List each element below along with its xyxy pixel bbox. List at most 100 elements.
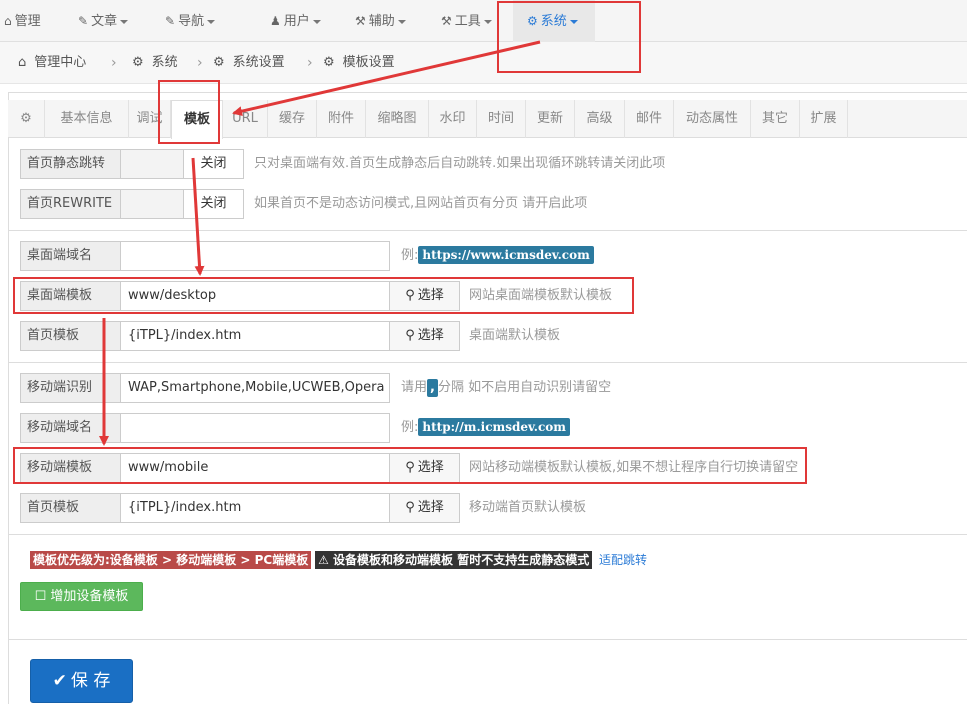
desktop-domain-label: 桌面端域名	[20, 241, 121, 271]
save-button[interactable]: ✔ 保 存	[30, 659, 133, 703]
breadcrumb-separator: ›	[307, 55, 313, 71]
top-navbar: ⌂ 管理 ✎ 文章 ✎ 导航 ♟ 用户 ⚒ 辅助 ⚒ 工具 ⚙ 系统	[0, 0, 967, 42]
gear-icon: ⚙	[213, 55, 225, 70]
comma-badge: ,	[427, 379, 438, 397]
adapt-jump-link[interactable]: 适配跳转	[599, 553, 647, 567]
chevron-down-icon	[397, 19, 406, 24]
mobile-domain-label: 移动端域名	[20, 413, 121, 443]
nav-manage[interactable]: ⌂ 管理	[4, 0, 41, 42]
priority-note: 模板优先级为:设备模板 > 移动端模板 > PC端模板	[30, 551, 312, 569]
desktop-index-input[interactable]: {iTPL}/index.htm	[120, 321, 390, 351]
desktop-template-select-button[interactable]: ⚲ 选择	[389, 281, 460, 311]
nav-navigation[interactable]: ✎ 导航	[165, 0, 216, 42]
search-icon: ⚲	[405, 460, 415, 475]
static-jump-hint: 只对桌面端有效.首页生成静态后自动跳转.如果出现循环跳转请关闭此项	[254, 156, 666, 171]
divider	[8, 534, 967, 535]
chevron-down-icon	[483, 19, 492, 24]
gear-icon: ⚙	[20, 111, 32, 126]
tab-extend[interactable]: 扩展	[800, 100, 848, 138]
rewrite-toggle[interactable]: 关闭	[120, 189, 244, 219]
home-icon: ⌂	[18, 55, 27, 70]
add-device-template-button[interactable]: ☐ 增加设备模板	[20, 582, 143, 611]
user-icon: ♟	[270, 14, 281, 28]
nav-user[interactable]: ♟ 用户	[270, 0, 321, 42]
breadcrumb: ⌂ 管理中心 › ⚙ 系统 › ⚙ 系统设置 › ⚙ 模板设置	[0, 42, 967, 84]
static-jump-label: 首页静态跳转	[20, 149, 121, 179]
nav-tools[interactable]: ⚒ 工具	[441, 0, 492, 42]
desktop-domain-hint: 例: https://www.icmsdev.com	[401, 241, 594, 271]
tab-settings-gear[interactable]: ⚙	[8, 100, 45, 138]
breadcrumb-settings[interactable]: ⚙ 系统设置	[213, 42, 285, 84]
tab-advanced[interactable]: 高级	[575, 100, 625, 138]
gear-icon: ⚙	[527, 14, 538, 28]
gear-icon: ⚙	[323, 55, 335, 70]
gavel-icon: ⚒	[355, 14, 366, 28]
chevron-down-icon	[312, 19, 321, 24]
mobile-template-label: 移动端模板	[20, 453, 121, 483]
desktop-index-label: 首页模板	[20, 321, 121, 351]
home-icon: ⌂	[4, 14, 12, 28]
search-icon: ⚲	[405, 328, 415, 343]
nav-system[interactable]: ⚙ 系统	[513, 0, 595, 42]
tab-dynamic-attr[interactable]: 动态属性	[674, 100, 751, 138]
desktop-template-input[interactable]: www/desktop	[120, 281, 390, 311]
tab-template[interactable]: 模板	[171, 100, 223, 139]
tab-attachment[interactable]: 附件	[317, 100, 366, 138]
tab-thumbnail[interactable]: 缩略图	[366, 100, 429, 138]
tab-update[interactable]: 更新	[526, 100, 575, 138]
mobile-ua-input[interactable]: WAP,Smartphone,Mobile,UCWEB,Opera M	[120, 373, 390, 403]
breadcrumb-separator: ›	[111, 55, 117, 71]
edit-icon: ✎	[165, 14, 176, 28]
mobile-domain-hint: 例: http://m.icmsdev.com	[401, 413, 570, 443]
mobile-domain-input[interactable]	[120, 413, 390, 443]
tab-debug[interactable]: 调试	[129, 100, 171, 138]
nav-assist[interactable]: ⚒ 辅助	[355, 0, 406, 42]
toggle-off-label: 关闭	[183, 190, 243, 218]
breadcrumb-template: ⚙ 模板设置	[323, 55, 395, 70]
settings-tabbar: ⚙ 基本信息 调试 模板 URL 缓存 附件 缩略图 水印 时间 更新 高级 邮…	[8, 100, 967, 139]
example-url-badge: https://www.icmsdev.com	[418, 246, 594, 264]
desktop-index-select-button[interactable]: ⚲ 选择	[389, 321, 460, 351]
nav-article[interactable]: ✎ 文章	[78, 0, 129, 42]
mobile-index-select-button[interactable]: ⚲ 选择	[389, 493, 460, 523]
desktop-template-label: 桌面端模板	[20, 281, 121, 311]
divider	[8, 230, 967, 231]
tab-mail[interactable]: 邮件	[625, 100, 674, 138]
divider	[8, 362, 967, 363]
breadcrumb-separator: ›	[197, 55, 203, 71]
breadcrumb-system[interactable]: ⚙ 系统	[132, 42, 178, 84]
tab-url[interactable]: URL	[223, 100, 268, 138]
chevron-down-icon	[207, 19, 216, 24]
chevron-down-icon	[120, 19, 129, 24]
square-icon: ☐	[34, 589, 47, 604]
search-icon: ⚲	[405, 288, 415, 303]
tab-cache[interactable]: 缓存	[268, 100, 317, 138]
warning-icon: ⚠	[318, 553, 329, 567]
edit-icon: ✎	[78, 14, 89, 28]
check-icon: ✔	[52, 671, 67, 691]
search-icon: ⚲	[405, 500, 415, 515]
desktop-domain-input[interactable]	[120, 241, 390, 271]
toggle-off-label: 关闭	[183, 150, 243, 178]
gavel-icon: ⚒	[441, 14, 452, 28]
mobile-ua-label: 移动端识别	[20, 373, 121, 403]
example-url-badge: http://m.icmsdev.com	[418, 418, 570, 436]
tab-watermark[interactable]: 水印	[429, 100, 477, 138]
template-notes: 模板优先级为:设备模板 > 移动端模板 > PC端模板 ⚠ 设备模板和移动端模板…	[30, 551, 647, 569]
tab-other[interactable]: 其它	[751, 100, 800, 138]
tab-time[interactable]: 时间	[477, 100, 526, 138]
desktop-template-hint: 网站桌面端模板默认模板	[469, 288, 613, 303]
mobile-index-hint: 移动端首页默认模板	[469, 500, 587, 515]
tab-basic[interactable]: 基本信息	[45, 100, 129, 138]
gear-icon: ⚙	[132, 55, 144, 70]
mobile-index-input[interactable]: {iTPL}/index.htm	[120, 493, 390, 523]
warning-note: ⚠ 设备模板和移动端模板 暂时不支持生成静态模式	[315, 551, 593, 569]
divider	[8, 639, 967, 640]
rewrite-hint: 如果首页不是动态访问模式,且网站首页有分页 请开启此项	[254, 196, 588, 211]
mobile-template-select-button[interactable]: ⚲ 选择	[389, 453, 460, 483]
mobile-template-input[interactable]: www/mobile	[120, 453, 390, 483]
breadcrumb-home[interactable]: ⌂ 管理中心	[18, 42, 86, 84]
chevron-down-icon	[569, 19, 578, 24]
static-jump-toggle[interactable]: 关闭	[120, 149, 244, 179]
mobile-ua-hint: 请用, 分隔 如不启用自动识别请留空	[401, 379, 612, 397]
